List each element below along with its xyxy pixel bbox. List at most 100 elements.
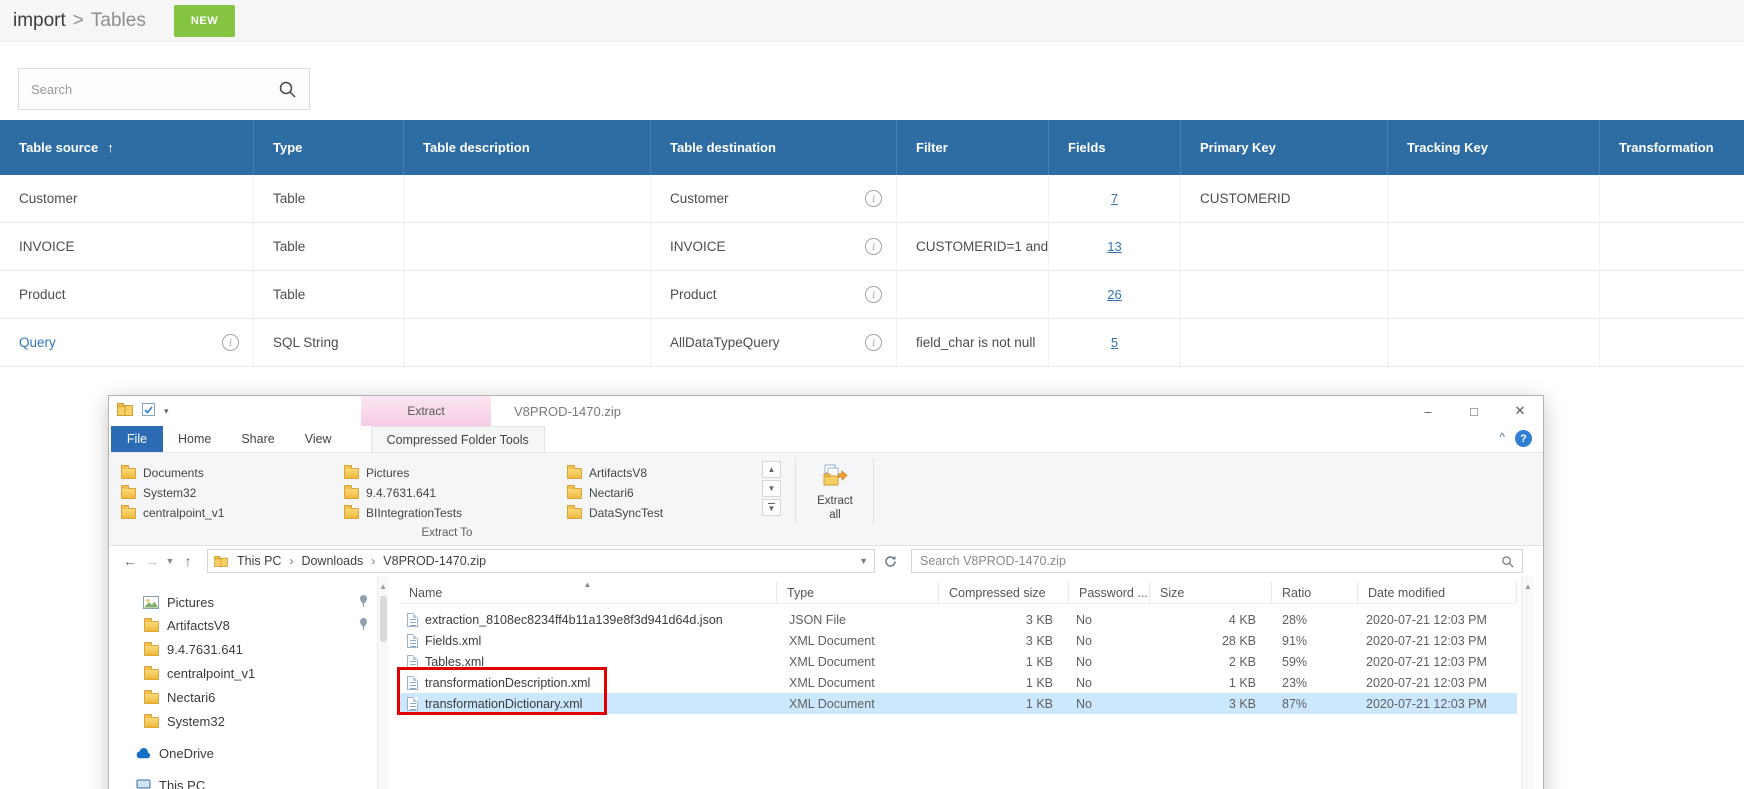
table-row[interactable]: Query SQL String AllDataTypeQuery field_… [0, 319, 1744, 367]
grid-header-cell[interactable]: Filter [897, 120, 1049, 175]
file-list-scrollbar[interactable]: ▲ [1521, 576, 1534, 789]
grid-header-cell[interactable]: Tracking Key [1388, 120, 1600, 175]
extract-to-gallery: Documents System32 centralpoint_v1 Pictu… [109, 453, 759, 525]
info-icon[interactable] [865, 238, 882, 255]
grid-header-cell[interactable]: Table description [404, 120, 651, 175]
extract-destination-item[interactable]: centralpoint_v1 [117, 503, 332, 522]
fields-count-link[interactable]: 26 [1107, 287, 1121, 302]
grid-header-cell[interactable]: Table destination [651, 120, 897, 175]
close-button[interactable]: ✕ [1497, 396, 1543, 426]
nav-item-centralpoint-v1[interactable]: centralpoint_v1 [143, 662, 375, 684]
tab-file[interactable]: File [111, 426, 163, 452]
forward-icon[interactable]: → [141, 553, 163, 569]
scroll-up-icon[interactable]: ▲ [1522, 582, 1534, 591]
nav-item-artifactsv8[interactable]: ArtifactsV8 [143, 614, 375, 636]
grid-header-cell[interactable]: Type [254, 120, 404, 175]
address-dropdown-icon[interactable]: ▼ [859, 556, 868, 566]
quick-access-dropdown-icon[interactable]: ▾ [164, 406, 169, 417]
tab-view[interactable]: View [290, 426, 347, 452]
fields-count-link[interactable]: 5 [1111, 335, 1118, 350]
breadcrumb-section[interactable]: import [13, 10, 66, 32]
address-crumb[interactable]: Downloads [298, 554, 366, 568]
search-icon[interactable] [1501, 555, 1514, 568]
breadcrumb-chevron-icon[interactable]: › [286, 554, 296, 568]
info-icon[interactable] [865, 334, 882, 351]
extract-destination-item[interactable]: System32 [117, 483, 332, 502]
tab-compressed-folder-tools[interactable]: Compressed Folder Tools [371, 426, 545, 452]
history-dropdown-icon[interactable]: ▼ [163, 556, 177, 566]
extract-destination-item[interactable]: ArtifactsV8 [563, 463, 778, 482]
extract-destination-item[interactable]: Documents [117, 463, 332, 482]
tab-home[interactable]: Home [163, 426, 226, 452]
search-input[interactable] [31, 82, 278, 97]
file-compressed-size: 3 KB [939, 630, 1069, 651]
fields-count-link[interactable]: 13 [1107, 239, 1121, 254]
file-row[interactable]: Fields.xml XML Document 3 KB No 28 KB 91… [399, 630, 1517, 651]
nav-item-system32[interactable]: System32 [143, 710, 375, 732]
grid-header-cell[interactable]: Transformation [1600, 120, 1744, 175]
scroll-thumb[interactable] [380, 596, 387, 642]
nav-item-9-4-7631-641[interactable]: 9.4.7631.641 [143, 638, 375, 660]
table-row[interactable]: Product Table Product 26 [0, 271, 1744, 319]
explorer-search-input[interactable] [920, 554, 1501, 568]
extract-all-button[interactable]: Extract all [806, 456, 864, 530]
scroll-up-icon[interactable]: ▲ [378, 582, 388, 591]
nav-item-nectari6[interactable]: Nectari6 [143, 686, 375, 708]
gallery-scroll-buttons: ▲ ▼ ▼ [762, 461, 781, 516]
fields-count-link[interactable]: 7 [1111, 191, 1118, 206]
grid-header-cell[interactable]: Primary Key [1181, 120, 1388, 175]
address-crumb[interactable]: This PC [234, 554, 284, 568]
ribbon-group-label: Extract To [109, 527, 785, 539]
file-list-header-cell[interactable]: ▲ Size [1150, 582, 1272, 603]
ribbon-collapse-icon[interactable]: ^ [1499, 431, 1505, 443]
grid-header-cell[interactable]: Table source ↑ [0, 120, 254, 175]
nav-scrollbar[interactable]: ▲ [377, 576, 388, 789]
address-crumb[interactable]: V8PROD-1470.zip [380, 554, 489, 568]
file-row[interactable]: extraction_8108ec8234ff4b11a139e8f3d941d… [399, 609, 1517, 630]
file-list-header-cell[interactable]: ▲ Compressed size [939, 582, 1069, 603]
back-icon[interactable]: ← [119, 553, 141, 569]
extract-destination-item[interactable]: 9.4.7631.641 [340, 483, 555, 502]
file-list-header-cell[interactable]: ▲ Date modified [1358, 582, 1517, 603]
gallery-scroll-up-icon[interactable]: ▲ [762, 461, 781, 478]
new-badge[interactable]: NEW [174, 5, 235, 37]
refresh-icon[interactable] [884, 555, 897, 568]
properties-check-icon[interactable] [142, 403, 155, 419]
extract-all-label: Extract all [812, 494, 858, 523]
nav-item-pictures[interactable]: Pictures [143, 591, 375, 613]
file-list-header-cell[interactable]: ▲ Password ... [1069, 582, 1150, 603]
breadcrumb-page: Tables [91, 10, 146, 32]
extract-destination-item[interactable]: Pictures [340, 463, 555, 482]
title-bar[interactable]: ▾ Extract V8PROD-1470.zip – □ ✕ [109, 396, 1543, 426]
gallery-more-icon[interactable]: ▼ [762, 499, 781, 516]
table-row[interactable]: Customer Table Customer 7 CUSTOMERID [0, 175, 1744, 223]
extract-destination-item[interactable]: BIIntegrationTests [340, 503, 555, 522]
breadcrumb-chevron-icon[interactable]: › [368, 554, 378, 568]
file-list-header-cell[interactable]: ▲ Type [777, 582, 939, 603]
tab-share[interactable]: Share [226, 426, 289, 452]
extract-destination-item[interactable]: Nectari6 [563, 483, 778, 502]
tracking-key-value [1388, 271, 1600, 318]
info-icon[interactable] [865, 286, 882, 303]
info-icon[interactable] [222, 334, 239, 351]
info-icon[interactable] [865, 190, 882, 207]
table-destination-value: INVOICE [670, 239, 726, 254]
app-header: import > Tables NEW [0, 0, 1744, 42]
file-list-header-cell[interactable]: ▲ Ratio [1272, 582, 1358, 603]
minimize-button[interactable]: – [1405, 396, 1451, 426]
file-name: extraction_8108ec8234ff4b11a139e8f3d941d… [425, 613, 723, 627]
file-list-header-cell[interactable]: ▲ Name [399, 582, 777, 603]
table-description-value [404, 271, 651, 318]
gallery-scroll-down-icon[interactable]: ▼ [762, 480, 781, 497]
address-box[interactable]: This PC›Downloads›V8PROD-1470.zip ▼ [207, 549, 875, 573]
maximize-button[interactable]: □ [1451, 396, 1497, 426]
help-icon[interactable]: ? [1515, 430, 1532, 447]
grid-header: Table source ↑ Type Table description Ta… [0, 120, 1744, 175]
grid-header-cell[interactable]: Fields [1049, 120, 1181, 175]
table-row[interactable]: INVOICE Table INVOICE CUSTOMERID=1 and …… [0, 223, 1744, 271]
search-icon[interactable] [278, 80, 297, 99]
extract-destination-item[interactable]: DataSyncTest [563, 503, 778, 522]
up-icon[interactable]: ↑ [177, 553, 199, 569]
nav-item-this-pc[interactable]: This PC [135, 774, 367, 789]
nav-item-onedrive[interactable]: OneDrive [135, 742, 367, 764]
